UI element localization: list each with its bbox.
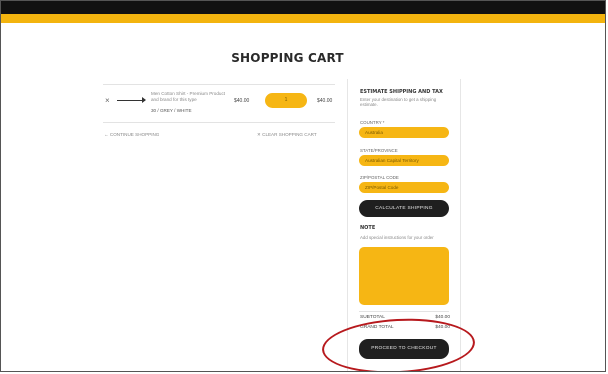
note-heading: NOTE: [360, 225, 376, 231]
order-note-textarea[interactable]: [359, 247, 449, 305]
line-total: $40.00: [317, 98, 333, 104]
cart-divider-top: [103, 84, 335, 85]
browser-viewport: SHOPPING CART × Men Cotton Shirt - Premi…: [0, 0, 606, 372]
shipping-estimate-intro: Enter your destination to get a shipping…: [360, 97, 437, 108]
state-label: STATE/PROVINCE: [360, 148, 398, 153]
subtotal-value: $40.00: [435, 315, 450, 320]
summary-divider: [359, 311, 449, 312]
continue-shopping-link[interactable]: ← CONTINUE SHOPPING: [104, 132, 159, 137]
clear-cart-link[interactable]: ✕ CLEAR SHOPPING CART: [257, 132, 317, 138]
site-header-bar: [1, 1, 605, 14]
zip-label: ZIP/POSTAL CODE: [360, 175, 399, 180]
shipping-estimate-heading: ESTIMATE SHIPPING AND TAX: [360, 89, 443, 95]
quantity-field[interactable]: 1: [265, 93, 307, 108]
zip-input[interactable]: ZIP/Postal Code: [359, 182, 449, 193]
state-select[interactable]: Australian Capital Territory: [359, 155, 449, 166]
accent-bar: [1, 14, 605, 23]
calculate-shipping-button[interactable]: CALCULATE SHIPPING: [359, 200, 449, 217]
product-thumbnail[interactable]: [117, 100, 145, 101]
product-variant: 30 / GREY / WHITE: [151, 108, 192, 113]
country-select[interactable]: Australia: [359, 127, 449, 138]
country-label: COUNTRY *: [360, 120, 385, 125]
cart-divider-bottom: [103, 122, 335, 123]
product-name[interactable]: Men Cotton Shirt - Premium Product and b…: [151, 91, 231, 102]
unit-price: $40.00: [234, 98, 250, 104]
page-title: SHOPPING CART: [231, 51, 344, 65]
remove-item-icon[interactable]: ×: [105, 96, 110, 105]
subtotal-label: SUBTOTAL: [360, 315, 385, 320]
note-hint: Add special instructions for your order: [360, 235, 434, 240]
product-thumbnail-arrow: [142, 97, 146, 103]
